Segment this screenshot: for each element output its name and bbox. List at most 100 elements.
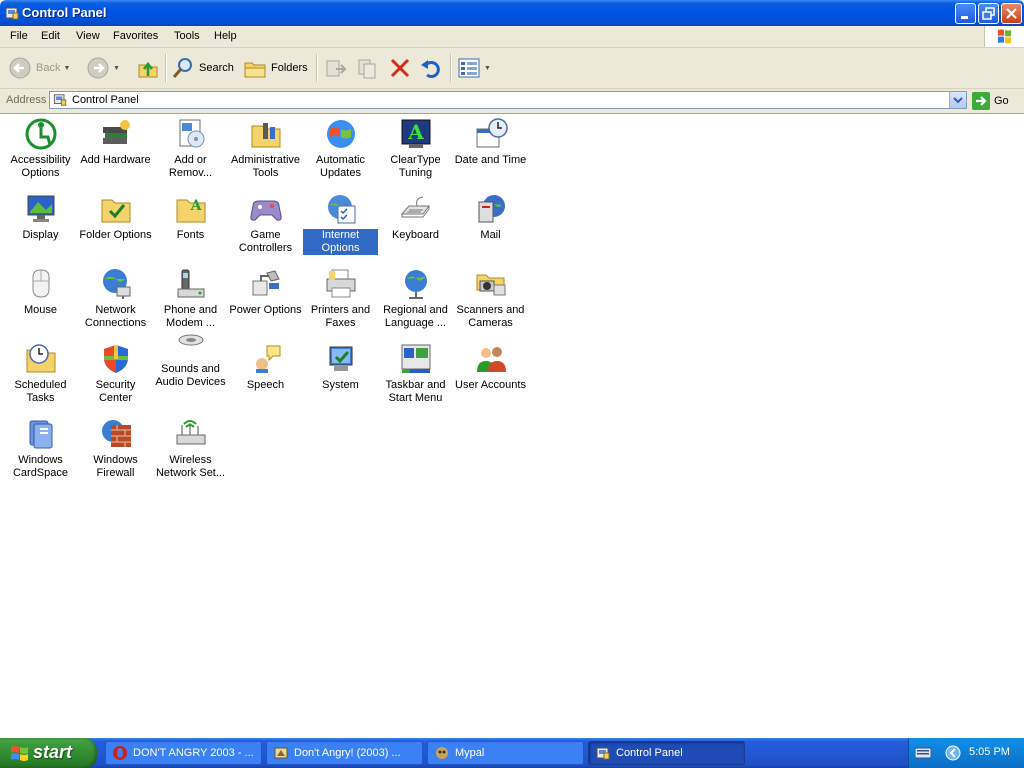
menu-view[interactable]: View [76,30,100,42]
views-dropdown-icon[interactable]: ▼ [484,65,491,72]
cp-item-label: ClearType Tuning [390,154,441,179]
copy-to-button[interactable] [356,54,380,82]
taskbar-button-mypal[interactable]: Mypal [427,741,584,765]
menu-tools[interactable]: Tools [174,30,200,42]
cp-item-label: Network Connections [84,304,147,329]
address-label: Address [6,94,47,106]
close-button[interactable] [1001,3,1022,24]
display-icon [27,195,54,222]
cp-item-label: Date and Time [454,154,527,166]
cp-item-scanners[interactable]: Scanners and Cameras [453,267,528,330]
cp-item-label: Folder Options [79,229,152,241]
cp-item-label: Administrative Tools [230,154,301,179]
delete-button[interactable] [388,54,412,82]
cp-item-add-hardware[interactable]: Add Hardware [78,117,153,167]
security-center-icon [103,345,128,373]
svg-text:A: A [189,198,202,214]
cp-item-administrative-tools[interactable]: Administrative Tools [228,117,303,180]
cp-item-label: Wireless Network Set... [155,454,226,479]
go-button[interactable]: Go [972,91,1009,111]
keyboard-icon [400,196,430,218]
back-button[interactable]: Back ▼ [8,54,70,82]
chevron-left-icon[interactable] [945,745,961,761]
address-dropdown-button[interactable] [949,92,966,108]
clock[interactable]: 5:05 PM [969,746,1010,758]
cp-item-game-controllers[interactable]: Game Controllers [228,192,303,255]
cp-item-firewall[interactable]: Windows Firewall [78,417,153,480]
cp-item-automatic-updates[interactable]: Automatic Updates [303,117,378,180]
keyboard-layout-icon[interactable] [915,747,931,759]
up-folder-button[interactable] [136,54,160,82]
cp-item-label: Regional and Language ... [383,304,448,329]
cp-item-phone-modem[interactable]: Phone and Modem ... [153,267,228,330]
forward-button[interactable]: ▼ [86,54,120,82]
task-label: Don't Angry! (2003) ... [294,747,401,759]
cp-item-sounds[interactable]: Sounds and Audio Devices [153,326,228,389]
cp-item-security-center[interactable]: Security Center [78,342,153,405]
cp-item-display[interactable]: Display [3,192,78,242]
menu-file[interactable]: File [10,30,28,42]
restore-button[interactable] [978,3,999,24]
move-to-button[interactable] [324,54,348,82]
cp-item-network[interactable]: Network Connections [78,267,153,330]
copy-to-icon [358,59,376,79]
folders-button[interactable]: Folders [243,54,308,82]
menu-edit[interactable]: Edit [41,30,60,42]
cleartype-icon: A [401,119,430,148]
cp-item-fonts[interactable]: A Fonts [153,192,228,242]
speech-icon [255,345,280,373]
cp-item-cleartype[interactable]: A ClearType Tuning [378,117,453,180]
cp-item-keyboard[interactable]: Keyboard [378,192,453,242]
title-bar[interactable]: Control Panel [0,0,1024,26]
control-panel-items: Accessibility Options Add Hardware Add or … [0,114,1024,738]
user-accounts-icon [476,347,506,372]
minimize-button[interactable] [955,3,976,24]
cp-item-regional[interactable]: Regional and Language ... [378,267,453,330]
cp-item-user-accounts[interactable]: User Accounts [453,342,528,392]
views-icon [458,58,480,78]
undo-button[interactable] [419,54,443,82]
cp-item-speech[interactable]: Speech [228,342,303,392]
cp-item-wireless[interactable]: Wireless Network Set... [153,417,228,480]
cp-item-label: Power Options [229,304,302,316]
add-remove-programs-icon [179,119,204,148]
taskbar-button-control-panel[interactable]: Control Panel [588,741,745,765]
views-button[interactable]: ▼ [457,54,491,82]
cp-item-taskbar[interactable]: Taskbar and Start Menu [378,342,453,405]
go-label: Go [994,95,1009,107]
back-dropdown-icon[interactable]: ▼ [63,65,70,72]
forward-dropdown-icon[interactable]: ▼ [113,65,120,72]
search-button[interactable]: Search [171,54,234,82]
address-input[interactable]: Control Panel [49,91,967,109]
menu-help[interactable]: Help [214,30,237,42]
cp-item-label: Windows Firewall [93,454,138,479]
cp-item-system[interactable]: System [303,342,378,392]
taskbar-button-dont-angry[interactable]: Don't Angry! (2003) ... [266,741,423,765]
cp-item-date-time[interactable]: Date and Time [453,117,528,167]
scanners-icon [476,274,505,296]
control-panel-icon [5,7,19,20]
system-icon [329,346,352,371]
minimize-icon [961,16,968,19]
cp-item-mail[interactable]: Mail [453,192,528,242]
cp-item-accessibility[interactable]: Accessibility Options [3,117,78,180]
fonts-icon: A [176,198,205,223]
cp-item-mouse[interactable]: Mouse [3,267,78,317]
cp-item-scheduled-tasks[interactable]: Scheduled Tasks [3,342,78,405]
cp-item-printers[interactable]: Printers and Faxes [303,267,378,330]
cp-item-folder-options[interactable]: Folder Options [78,192,153,242]
start-button[interactable]: start [0,738,97,768]
system-tray: 5:05 PM [908,738,1024,768]
menu-favorites[interactable]: Favorites [113,30,158,42]
cp-item-add-remove-programs[interactable]: Add or Remov... [153,117,228,180]
cp-item-cardspace[interactable]: Windows CardSpace [3,417,78,480]
window-title: Control Panel [22,5,107,20]
scheduled-tasks-icon [26,344,55,373]
cp-item-internet-options[interactable]: Internet Options [303,192,378,255]
cp-item-label: Mouse [23,304,58,316]
forward-arrow-icon [87,57,109,79]
task-label: Control Panel [616,747,683,759]
folder-options-icon [101,199,130,223]
cp-item-power-options[interactable]: Power Options [228,267,303,317]
taskbar-button-opera[interactable]: DON'T ANGRY 2003 - ... [105,741,262,765]
